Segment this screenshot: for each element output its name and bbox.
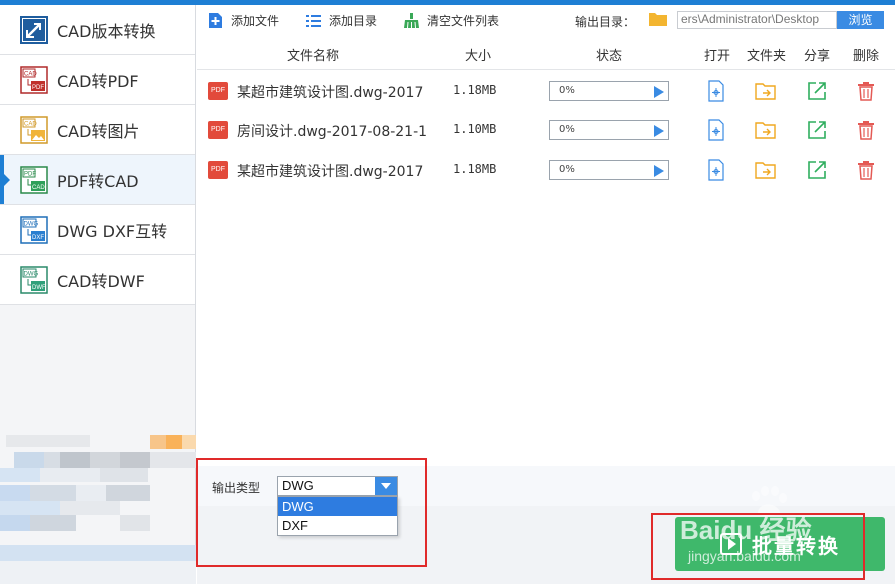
batch-convert-button[interactable]: 批量转换 xyxy=(675,517,885,571)
pdf-to-cad-icon: PDF CAD xyxy=(20,165,48,194)
column-size: 大小 xyxy=(465,49,492,64)
play-icon xyxy=(720,533,742,555)
cad-to-dwf-icon: DWG DWF xyxy=(20,265,48,294)
svg-text:DWG: DWG xyxy=(24,221,39,227)
file-name: 某超市建筑设计图.dwg-2017 xyxy=(237,85,424,101)
share-icon[interactable] xyxy=(806,119,828,141)
open-folder-icon[interactable] xyxy=(755,159,777,181)
open-file-icon[interactable] xyxy=(705,159,727,181)
progress-bar[interactable]: 0% xyxy=(549,120,669,140)
sidebar-item-label: CAD转PDF xyxy=(57,71,139,91)
column-name: 文件名称 xyxy=(287,49,340,64)
sidebar-item-cad-to-dwf[interactable]: DWG DWF CAD转DWF xyxy=(0,255,195,305)
column-share: 分享 xyxy=(804,49,831,64)
sidebar-item-pdf-to-cad[interactable]: PDF CAD PDF转CAD xyxy=(0,155,195,205)
delete-icon[interactable] xyxy=(855,119,877,141)
column-folder: 文件夹 xyxy=(747,49,787,64)
file-size: 1.10MB xyxy=(453,122,497,136)
play-icon[interactable] xyxy=(654,165,664,177)
pdf-file-icon: PDF xyxy=(208,161,228,179)
progress-text: 0% xyxy=(559,85,575,96)
sidebar-item-cad-to-pdf[interactable]: CAD PDF CAD转PDF xyxy=(0,55,195,105)
toolbar: 添加文件 添加目录 清空文件列表 输出目录： ers\Administrator… xyxy=(197,5,895,35)
file-name: 某超市建筑设计图.dwg-2017 xyxy=(237,164,424,180)
add-file-icon xyxy=(209,12,222,28)
play-icon[interactable] xyxy=(654,86,664,98)
broom-icon xyxy=(404,12,420,28)
progress-text: 0% xyxy=(559,124,575,135)
progress-bar[interactable]: 0% xyxy=(549,160,669,180)
bottom-panel: 输出类型 DWG DWG DXF 批量转换 xyxy=(197,466,895,584)
play-icon[interactable] xyxy=(654,125,664,137)
output-type-label: 输出类型 xyxy=(212,481,261,495)
progress-text: 0% xyxy=(559,164,575,175)
table-row: PDF 某超市建筑设计图.dwg-2017 1.18MB 0% xyxy=(197,150,895,190)
file-name: 房间设计.dwg-2017-08-21-1 xyxy=(237,124,428,140)
table-header: 文件名称 大小 状态 打开 文件夹 分享 删除 xyxy=(197,35,895,70)
svg-text:DWF: DWF xyxy=(32,285,46,291)
list-icon xyxy=(306,14,322,27)
add-folder-button[interactable]: 添加目录 xyxy=(305,12,377,29)
cad-to-pdf-icon: CAD PDF xyxy=(20,65,48,94)
sidebar-item-label: CAD转DWF xyxy=(57,271,145,291)
pdf-file-icon: PDF xyxy=(208,121,228,139)
open-folder-icon[interactable] xyxy=(755,80,777,102)
delete-icon[interactable] xyxy=(855,80,877,102)
column-status: 状态 xyxy=(596,49,623,64)
column-open: 打开 xyxy=(704,49,731,64)
output-type-value: DWG xyxy=(282,478,314,493)
svg-text:CAD: CAD xyxy=(32,185,45,191)
sidebar-item-label: PDF转CAD xyxy=(57,171,139,191)
sidebar-item-label: CAD转图片 xyxy=(57,121,140,141)
pdf-file-icon: PDF xyxy=(208,82,228,100)
sidebar: CAD版本转换 CAD PDF CAD转PDF CAD CAD转图片 PDF C… xyxy=(0,5,196,584)
dropdown-option-dwg[interactable]: DWG xyxy=(278,497,397,516)
share-icon[interactable] xyxy=(806,80,828,102)
table-row: PDF 房间设计.dwg-2017-08-21-1 1.10MB 0% xyxy=(197,110,895,150)
output-path-field[interactable]: ers\Administrator\Desktop xyxy=(677,11,837,29)
output-dir-label: 输出目录： xyxy=(575,15,636,29)
sidebar-item-dwg-dxf-convert[interactable]: DWG DXF DWG DXF互转 xyxy=(0,205,195,255)
sidebar-item-label: DWG DXF互转 xyxy=(57,221,168,241)
svg-text:CAD: CAD xyxy=(24,121,37,127)
open-file-icon[interactable] xyxy=(705,119,727,141)
cad-version-convert-icon xyxy=(20,15,48,44)
sidebar-item-cad-to-image[interactable]: CAD CAD转图片 xyxy=(0,105,195,155)
svg-text:PDF: PDF xyxy=(32,85,44,91)
output-type-select[interactable]: DWG xyxy=(277,476,398,496)
share-icon[interactable] xyxy=(806,159,828,181)
open-file-icon[interactable] xyxy=(705,80,727,102)
column-delete: 删除 xyxy=(853,49,880,64)
dwg-dxf-convert-icon: DWG DXF xyxy=(20,215,48,244)
browse-button[interactable]: 浏览 xyxy=(837,11,884,29)
cad-to-image-icon: CAD xyxy=(20,115,48,144)
table-row: PDF 某超市建筑设计图.dwg-2017 1.18MB 0% xyxy=(197,71,895,111)
open-folder-icon[interactable] xyxy=(755,119,777,141)
dropdown-option-dxf[interactable]: DXF xyxy=(278,516,397,535)
chevron-down-icon[interactable] xyxy=(375,477,397,495)
sidebar-item-cad-version-convert[interactable]: CAD版本转换 xyxy=(0,5,195,55)
svg-text:PDF: PDF xyxy=(24,171,36,177)
add-file-button[interactable]: 添加文件 xyxy=(207,12,279,29)
sidebar-item-label: CAD版本转换 xyxy=(57,21,156,41)
clear-list-button[interactable]: 清空文件列表 xyxy=(403,12,499,29)
svg-text:DXF: DXF xyxy=(32,235,44,241)
svg-text:CAD: CAD xyxy=(24,71,37,77)
output-type-dropdown: DWG DXF xyxy=(277,496,398,536)
folder-icon[interactable] xyxy=(648,11,668,27)
svg-text:DWG: DWG xyxy=(24,271,39,277)
batch-convert-label: 批量转换 xyxy=(752,533,840,558)
delete-icon[interactable] xyxy=(855,159,877,181)
file-size: 1.18MB xyxy=(453,162,497,176)
file-size: 1.18MB xyxy=(453,83,497,97)
progress-bar[interactable]: 0% xyxy=(549,81,669,101)
